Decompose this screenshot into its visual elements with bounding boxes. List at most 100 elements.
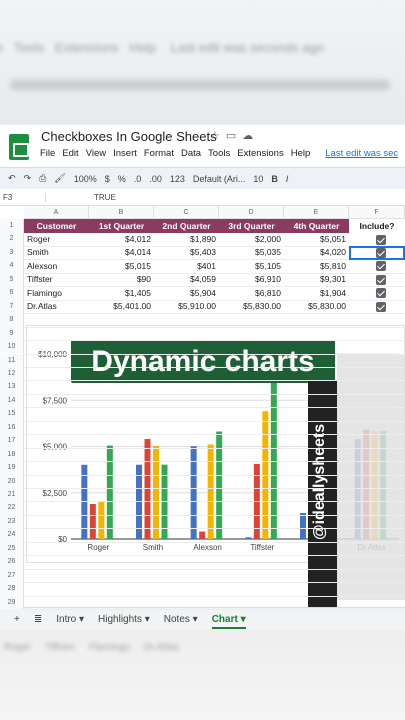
row-header[interactable]: 23 [0, 514, 24, 529]
row-header[interactable]: 4 [0, 259, 24, 273]
star-icon[interactable]: ☆ [210, 130, 226, 142]
customer-cell[interactable]: Dr.Atlas [27, 300, 57, 313]
row-header[interactable]: 1 [0, 219, 24, 233]
row-header[interactable]: 10 [0, 340, 24, 354]
undo-icon[interactable]: ↶ [8, 173, 16, 184]
folder-icon[interactable]: ▭ [226, 130, 242, 142]
formula-value[interactable]: TRUE [94, 193, 116, 202]
column-header-c[interactable]: C [154, 206, 219, 219]
value-cell[interactable]: $5,830.00 [219, 300, 281, 313]
column-header-a[interactable]: A [24, 206, 89, 219]
value-cell[interactable]: $4,020 [284, 246, 346, 259]
all-sheets-button[interactable]: ≣ [34, 614, 42, 625]
row-header[interactable]: 15 [0, 407, 24, 421]
row-header[interactable]: 9 [0, 326, 24, 341]
table-header-cell[interactable]: 1st Quarter [89, 219, 154, 233]
row-header[interactable]: 7 [0, 299, 24, 314]
print-icon[interactable]: ⎙ [39, 173, 46, 184]
customer-cell[interactable]: Roger [27, 233, 50, 246]
value-cell[interactable]: $9,301 [284, 273, 346, 286]
redo-icon[interactable]: ↷ [24, 173, 32, 184]
table-header-cell[interactable]: Include? [349, 219, 405, 233]
value-cell[interactable]: $1,405 [89, 287, 151, 300]
menu-extensions[interactable]: Extensions [237, 148, 283, 159]
row-header[interactable]: 21 [0, 488, 24, 502]
sheet-tab[interactable]: Notes ▾ [164, 614, 198, 625]
value-cell[interactable]: $401 [154, 260, 216, 273]
value-cell[interactable]: $6,910 [219, 273, 281, 286]
menu-insert[interactable]: Insert [113, 148, 137, 159]
row-header[interactable]: 29 [0, 595, 24, 610]
row-header[interactable]: 13 [0, 380, 24, 394]
row-header[interactable]: 3 [0, 245, 24, 260]
value-cell[interactable]: $5,830.00 [284, 300, 346, 313]
bold-button[interactable]: B [271, 174, 278, 184]
row-header[interactable]: 8 [0, 313, 24, 327]
row-header[interactable]: 24 [0, 528, 24, 542]
row-header[interactable]: 26 [0, 555, 24, 569]
value-cell[interactable]: $5,810 [284, 260, 346, 273]
font-select[interactable]: Default (Ari... [193, 174, 246, 184]
value-cell[interactable]: $5,910.00 [154, 300, 216, 313]
row-header[interactable]: 25 [0, 541, 24, 556]
menu-view[interactable]: View [86, 148, 106, 159]
menu-data[interactable]: Data [181, 148, 201, 159]
value-cell[interactable]: $6,810 [219, 287, 281, 300]
value-cell[interactable]: $90 [89, 273, 151, 286]
paint-format-icon[interactable]: 🖌 [54, 173, 65, 184]
table-header-cell[interactable]: 2nd Quarter [154, 219, 219, 233]
sheet-tab[interactable]: Intro ▾ [56, 614, 84, 625]
value-cell[interactable]: $5,015 [89, 260, 151, 273]
customer-cell[interactable]: Smith [27, 246, 49, 259]
column-header-b[interactable]: B [89, 206, 154, 219]
document-title[interactable]: Checkboxes In Google Sheets [41, 129, 217, 144]
last-edit-link[interactable]: Last edit was sec [325, 148, 398, 159]
value-cell[interactable]: $1,904 [284, 287, 346, 300]
decrease-decimal-button[interactable]: .0 [134, 174, 142, 184]
row-header[interactable]: 12 [0, 366, 24, 381]
table-header-cell[interactable]: 4th Quarter [284, 219, 349, 233]
menu-format[interactable]: Format [144, 148, 174, 159]
customer-cell[interactable]: Flamingo [27, 287, 62, 300]
row-header[interactable]: 28 [0, 582, 24, 596]
checkbox-icon[interactable] [376, 261, 386, 272]
row-header[interactable]: 6 [0, 286, 24, 300]
zoom-select[interactable]: 100% [74, 174, 97, 184]
column-header-d[interactable]: D [219, 206, 284, 219]
value-cell[interactable]: $5,904 [154, 287, 216, 300]
menu-edit[interactable]: Edit [62, 148, 78, 159]
italic-button[interactable]: I [286, 174, 289, 184]
cloud-icon[interactable]: ☁ [242, 130, 259, 142]
column-header-e[interactable]: E [284, 206, 349, 219]
value-cell[interactable]: $5,401.00 [89, 300, 151, 313]
table-header-cell[interactable]: Customer [24, 219, 89, 233]
customer-cell[interactable]: Tiffster [27, 273, 53, 286]
row-header[interactable]: 19 [0, 461, 24, 475]
row-header[interactable]: 5 [0, 272, 24, 287]
row-header[interactable]: 14 [0, 393, 24, 408]
row-header[interactable]: 18 [0, 447, 24, 462]
font-size-select[interactable]: 10 [253, 174, 263, 184]
sheet-tab[interactable]: Highlights ▾ [98, 614, 150, 625]
value-cell[interactable]: $5,403 [154, 246, 216, 259]
value-cell[interactable]: $4,059 [154, 273, 216, 286]
value-cell[interactable]: $1,890 [154, 233, 216, 246]
percent-button[interactable]: % [118, 174, 126, 184]
column-header-f[interactable]: F [349, 206, 405, 219]
increase-decimal-button[interactable]: .00 [149, 174, 162, 184]
sheets-logo-icon[interactable] [9, 134, 29, 160]
add-sheet-button[interactable]: + [14, 614, 20, 625]
row-header[interactable]: 22 [0, 501, 24, 515]
menu-tools[interactable]: Tools [208, 148, 230, 159]
format-select[interactable]: 123 [170, 174, 185, 184]
value-cell[interactable]: $4,012 [89, 233, 151, 246]
checkbox-icon[interactable] [376, 274, 386, 285]
value-cell[interactable]: $5,051 [284, 233, 346, 246]
value-cell[interactable]: $2,000 [219, 233, 281, 246]
value-cell[interactable]: $4,014 [89, 246, 151, 259]
row-header[interactable]: 17 [0, 434, 24, 448]
row-header[interactable]: 2 [0, 232, 24, 246]
checkbox-icon[interactable] [376, 234, 386, 245]
checkbox-icon[interactable] [376, 288, 386, 299]
row-header[interactable]: 11 [0, 353, 24, 367]
